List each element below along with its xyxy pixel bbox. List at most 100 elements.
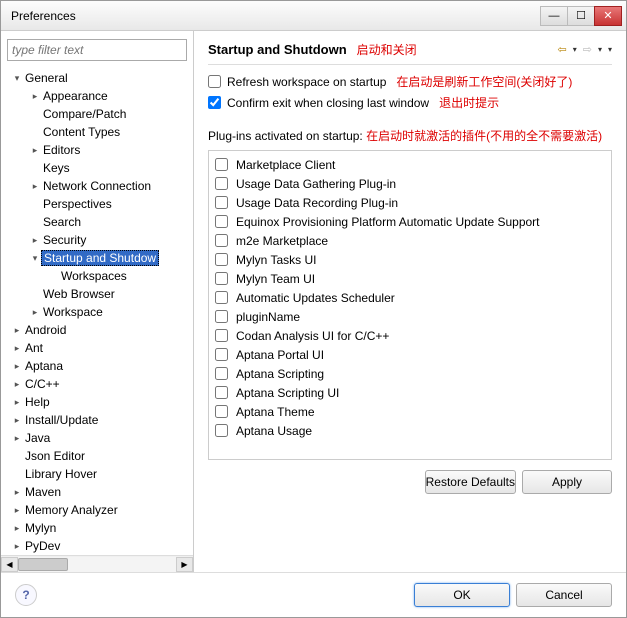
chevron-right-icon[interactable]: ▸ <box>29 307 41 318</box>
plugin-checkbox[interactable] <box>215 291 228 304</box>
chevron-right-icon[interactable]: ▸ <box>11 433 23 444</box>
scroll-right-arrow[interactable]: ▶ <box>176 557 193 572</box>
plugin-checkbox[interactable] <box>215 196 228 209</box>
tree-item[interactable]: ▸Security <box>1 231 193 249</box>
chevron-right-icon[interactable]: ▸ <box>11 415 23 426</box>
chevron-down-icon[interactable]: ▾ <box>29 253 41 264</box>
plugin-checkbox[interactable] <box>215 329 228 342</box>
chevron-right-icon[interactable]: ▸ <box>11 361 23 372</box>
plugin-item[interactable]: Aptana Portal UI <box>215 345 605 364</box>
tree-item[interactable]: ▸Network Connection <box>1 177 193 195</box>
tree-item[interactable]: Web Browser <box>1 285 193 303</box>
tree-item[interactable]: ▸Aptana <box>1 357 193 375</box>
help-button[interactable]: ? <box>15 584 37 606</box>
plugin-checkbox[interactable] <box>215 348 228 361</box>
apply-button[interactable]: Apply <box>522 470 612 494</box>
tree-item[interactable]: ▸Editors <box>1 141 193 159</box>
plugin-item[interactable]: pluginName <box>215 307 605 326</box>
chevron-right-icon[interactable]: ▸ <box>11 523 23 534</box>
chevron-right-icon[interactable]: ▸ <box>11 541 23 552</box>
tree-item[interactable]: Compare/Patch <box>1 105 193 123</box>
plugin-checkbox[interactable] <box>215 234 228 247</box>
tree-item[interactable]: ▸Mylyn <box>1 519 193 537</box>
plugin-list[interactable]: Marketplace ClientUsage Data Gathering P… <box>208 150 612 460</box>
tree-item[interactable]: Search <box>1 213 193 231</box>
chevron-right-icon[interactable]: ▸ <box>29 91 41 102</box>
plugin-checkbox[interactable] <box>215 177 228 190</box>
page-title: Startup and Shutdown <box>208 42 347 57</box>
chevron-right-icon[interactable]: ▸ <box>11 325 23 336</box>
plugin-item[interactable]: Mylyn Tasks UI <box>215 250 605 269</box>
page-menu-icon[interactable]: ▾ <box>608 45 612 54</box>
plugin-item[interactable]: Aptana Scripting UI <box>215 383 605 402</box>
tree-item[interactable]: ▸Maven <box>1 483 193 501</box>
plugin-item[interactable]: m2e Marketplace <box>215 231 605 250</box>
tree-item[interactable]: ▸Workspace <box>1 303 193 321</box>
plugin-checkbox[interactable] <box>215 253 228 266</box>
plugin-item[interactable]: Equinox Provisioning Platform Automatic … <box>215 212 605 231</box>
tree-item[interactable]: Workspaces <box>1 267 193 285</box>
nav-back-menu-icon[interactable]: ▾ <box>573 45 577 54</box>
scroll-left-arrow[interactable]: ◀ <box>1 557 18 572</box>
plugin-item[interactable]: Aptana Theme <box>215 402 605 421</box>
tree-item[interactable]: Perspectives <box>1 195 193 213</box>
cancel-button[interactable]: Cancel <box>516 583 612 607</box>
tree-item[interactable]: Json Editor <box>1 447 193 465</box>
minimize-button[interactable]: — <box>540 6 568 26</box>
tree-item[interactable]: ▸C/C++ <box>1 375 193 393</box>
plugin-checkbox[interactable] <box>215 367 228 380</box>
plugin-checkbox[interactable] <box>215 310 228 323</box>
plugin-item[interactable]: Aptana Scripting <box>215 364 605 383</box>
chevron-right-icon[interactable]: ▸ <box>11 343 23 354</box>
maximize-button[interactable]: ☐ <box>567 6 595 26</box>
tree-item[interactable]: Content Types <box>1 123 193 141</box>
chevron-right-icon[interactable]: ▸ <box>11 487 23 498</box>
scroll-thumb[interactable] <box>18 558 68 571</box>
tree-item[interactable]: ▸Ant <box>1 339 193 357</box>
tree-item[interactable]: ▾Startup and Shutdow <box>1 249 193 267</box>
chevron-right-icon[interactable]: ▸ <box>11 505 23 516</box>
confirm-checkbox[interactable] <box>208 96 221 109</box>
chevron-down-icon[interactable]: ▾ <box>11 73 23 84</box>
plugin-item[interactable]: Codan Analysis UI for C/C++ <box>215 326 605 345</box>
plugin-item[interactable]: Marketplace Client <box>215 155 605 174</box>
plugin-checkbox[interactable] <box>215 272 228 285</box>
plugin-item[interactable]: Usage Data Recording Plug-in <box>215 193 605 212</box>
close-button[interactable]: ✕ <box>594 6 622 26</box>
scroll-track[interactable] <box>18 557 176 572</box>
ok-button[interactable]: OK <box>414 583 510 607</box>
plugin-item[interactable]: Aptana Usage <box>215 421 605 440</box>
tree-item[interactable]: ▸Install/Update <box>1 411 193 429</box>
tree-item[interactable]: ▸Memory Analyzer <box>1 501 193 519</box>
plugin-item[interactable]: Mylyn Team UI <box>215 269 605 288</box>
plugin-item[interactable]: Usage Data Gathering Plug-in <box>215 174 605 193</box>
plugin-checkbox[interactable] <box>215 158 228 171</box>
plugin-checkbox[interactable] <box>215 405 228 418</box>
plugin-checkbox[interactable] <box>215 215 228 228</box>
confirm-label[interactable]: Confirm exit when closing last window <box>227 96 429 110</box>
horizontal-scrollbar[interactable]: ◀ ▶ <box>1 555 193 572</box>
plugin-checkbox[interactable] <box>215 424 228 437</box>
refresh-label[interactable]: Refresh workspace on startup <box>227 75 386 89</box>
filter-input[interactable] <box>7 39 187 61</box>
chevron-right-icon[interactable]: ▸ <box>29 145 41 156</box>
chevron-right-icon[interactable]: ▸ <box>11 397 23 408</box>
preferences-tree[interactable]: ▾General▸AppearanceCompare/PatchContent … <box>1 67 193 555</box>
plugin-checkbox[interactable] <box>215 386 228 399</box>
plugin-item[interactable]: Automatic Updates Scheduler <box>215 288 605 307</box>
tree-item[interactable]: ▾General <box>1 69 193 87</box>
chevron-right-icon[interactable]: ▸ <box>29 235 41 246</box>
preferences-window: Preferences — ☐ ✕ ▾General▸AppearanceCom… <box>0 0 627 618</box>
tree-item[interactable]: Library Hover <box>1 465 193 483</box>
tree-item[interactable]: ▸Appearance <box>1 87 193 105</box>
tree-item[interactable]: Keys <box>1 159 193 177</box>
tree-item[interactable]: ▸Help <box>1 393 193 411</box>
restore-defaults-button[interactable]: Restore Defaults <box>425 470 516 494</box>
chevron-right-icon[interactable]: ▸ <box>29 181 41 192</box>
refresh-checkbox[interactable] <box>208 75 221 88</box>
nav-back-icon[interactable]: ⇦ <box>558 43 567 56</box>
tree-item[interactable]: ▸PyDev <box>1 537 193 555</box>
tree-item[interactable]: ▸Android <box>1 321 193 339</box>
tree-item[interactable]: ▸Java <box>1 429 193 447</box>
chevron-right-icon[interactable]: ▸ <box>11 379 23 390</box>
